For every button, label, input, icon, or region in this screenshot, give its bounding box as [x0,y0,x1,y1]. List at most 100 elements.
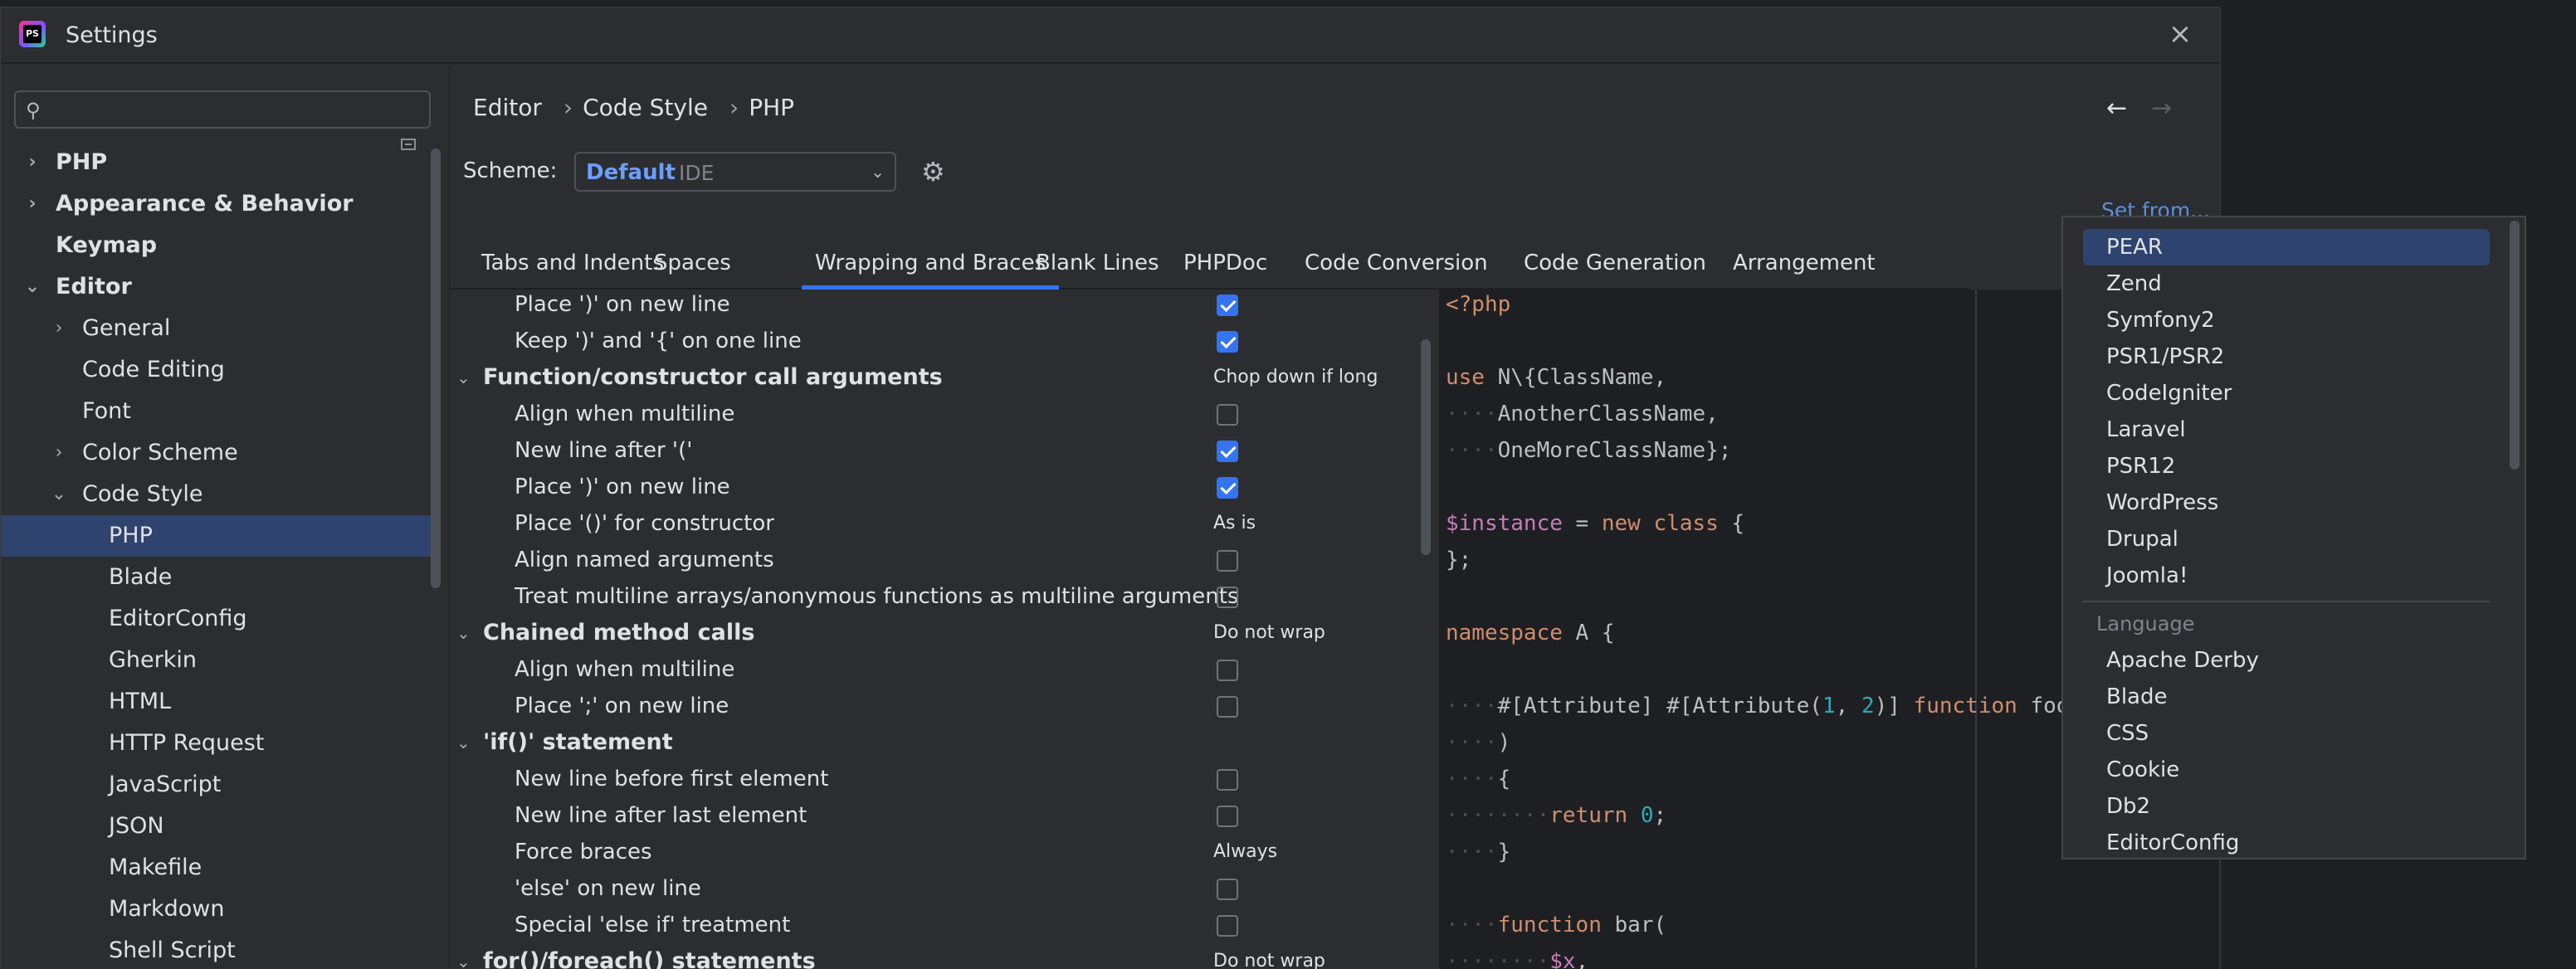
tree-item[interactable]: Code Editing [1,349,436,391]
option-checkbox[interactable] [1217,806,1238,827]
tree-item[interactable]: Makefile [1,847,436,889]
menu-item[interactable]: PSR1/PSR2 [2083,338,2490,375]
tree-item[interactable]: Keymap [1,225,436,266]
tree-item[interactable]: PHP [1,515,436,557]
code-line: ····) [1446,724,1510,761]
chevron-down-icon[interactable]: ⌄ [49,474,69,515]
tree-item[interactable]: JavaScript [1,764,436,806]
chevron-right-icon[interactable]: › [22,183,42,225]
code-token: #[Attribute] #[Attribute( [1497,694,1822,718]
search-input[interactable] [56,95,421,124]
chevron-down-icon[interactable]: ⌄ [456,359,471,396]
sidebar-scrollbar[interactable] [431,149,441,588]
menu-item[interactable]: Drupal [2083,521,2490,558]
option-checkbox[interactable] [1217,696,1238,718]
menu-item[interactable]: WordPress [2083,484,2490,521]
option-value-dropdown[interactable]: As is [1213,505,1256,542]
option-label: Chained method calls [483,620,755,645]
breadcrumb-item[interactable]: Code Style [583,94,708,121]
option-label: Place '()' for constructor [515,511,774,536]
tree-item[interactable]: Font [1,391,436,432]
gear-icon[interactable]: ⚙ [921,155,954,188]
option-checkbox[interactable] [1217,331,1238,353]
tab-item[interactable]: PHPDoc [1170,241,1281,290]
tree-item[interactable]: Markdown [1,889,436,930]
menu-item[interactable]: CodeIgniter [2083,375,2490,411]
forward-arrow-icon[interactable]: → [2151,94,2172,123]
scheme-dropdown[interactable]: Default IDE ⌄ [574,152,896,192]
option-label: for()/foreach() statements [483,948,816,969]
breadcrumb-item[interactable]: Editor [473,94,542,121]
tree-item[interactable]: HTML [1,681,436,723]
tree-item[interactable]: ⌄ Editor [1,266,436,308]
menu-item[interactable]: Joomla! [2083,558,2490,594]
option-value-dropdown[interactable]: Always [1213,834,1277,870]
tree-item[interactable]: › General [1,308,436,349]
option-value-dropdown[interactable]: Do not wrap [1213,615,1325,651]
tree-item[interactable]: Blade [1,557,436,598]
option-checkbox[interactable] [1217,769,1238,791]
chevron-right-icon[interactable]: › [22,142,42,183]
close-button[interactable]: × [2165,19,2195,49]
tree-item[interactable]: › Appearance & Behavior [1,183,436,225]
chevron-down-icon[interactable]: ⌄ [22,266,42,308]
option-value-dropdown[interactable]: Do not wrap [1213,943,1325,969]
menu-item[interactable]: Db2 [2083,788,2490,825]
menu-scrollbar[interactable] [2510,221,2520,470]
menu-item[interactable]: Laravel [2083,411,2490,448]
option-row: Place ')' on new line [450,469,1429,505]
menu-item[interactable]: PEAR [2083,229,2490,265]
chevron-down-icon[interactable]: ⌄ [456,615,471,651]
code-token: ········ [1446,949,1550,969]
tree-item[interactable]: HTTP Request [1,723,436,764]
option-checkbox[interactable] [1217,660,1238,681]
tree-item[interactable]: Shell Script [1,930,436,969]
tab-item[interactable]: Code Conversion [1291,241,1501,290]
option-label: Align when multiline [515,657,735,682]
code-token: 0 [1640,803,1654,828]
tree-item[interactable]: JSON [1,806,436,847]
code-token: ; [1653,803,1667,828]
option-checkbox[interactable] [1217,295,1238,316]
tab-item[interactable]: Wrapping and Braces [802,241,1060,290]
menu-item[interactable]: Zend [2083,265,2490,302]
tree-item-label: Makefile [109,855,202,880]
tree-item[interactable]: EditorConfig [1,598,436,640]
back-arrow-icon[interactable]: ← [2106,94,2127,123]
menu-item[interactable]: CSS [2083,715,2490,752]
tree-item[interactable]: Gherkin [1,640,436,681]
search-box[interactable]: ⚲ [14,90,431,129]
menu-item[interactable]: Symfony2 [2083,302,2490,338]
tab-item[interactable]: Blank Lines [1022,241,1173,290]
tree-item[interactable]: › PHP [1,142,436,183]
option-checkbox[interactable] [1217,477,1238,499]
chevron-right-icon[interactable]: › [49,308,69,349]
tree-item-label: HTML [109,689,172,714]
code-line: namespace A { [1446,615,1615,651]
tab-item[interactable]: Arrangement [1720,241,1889,290]
option-checkbox[interactable] [1217,441,1238,462]
tab-item[interactable]: Code Generation [1510,241,1720,290]
option-checkbox[interactable] [1217,404,1238,426]
option-checkbox[interactable] [1217,879,1238,900]
options-scrollbar[interactable] [1421,339,1431,555]
menu-item[interactable]: Apache Derby [2083,642,2490,679]
option-checkbox[interactable] [1217,550,1238,572]
option-label: New line after last element [515,803,807,828]
code-token: use [1446,365,1485,390]
menu-item[interactable]: PSR12 [2083,448,2490,484]
tree-item[interactable]: ⌄ Code Style [1,474,436,515]
menu-item[interactable]: EditorConfig [2083,825,2490,858]
option-value-dropdown[interactable]: Chop down if long [1213,359,1378,396]
option-checkbox[interactable] [1217,915,1238,937]
tree-item-label: PHP [109,523,153,548]
tab-item[interactable]: Spaces [641,241,744,290]
chevron-right-icon[interactable]: › [49,432,69,474]
chevron-down-icon[interactable]: ⌄ [456,724,471,761]
tree-item[interactable]: › Color Scheme [1,432,436,474]
code-token: function [1913,694,2017,718]
chevron-down-icon[interactable]: ⌄ [456,943,471,969]
option-checkbox[interactable] [1217,587,1238,608]
menu-item[interactable]: Cookie [2083,752,2490,788]
menu-item[interactable]: Blade [2083,679,2490,715]
